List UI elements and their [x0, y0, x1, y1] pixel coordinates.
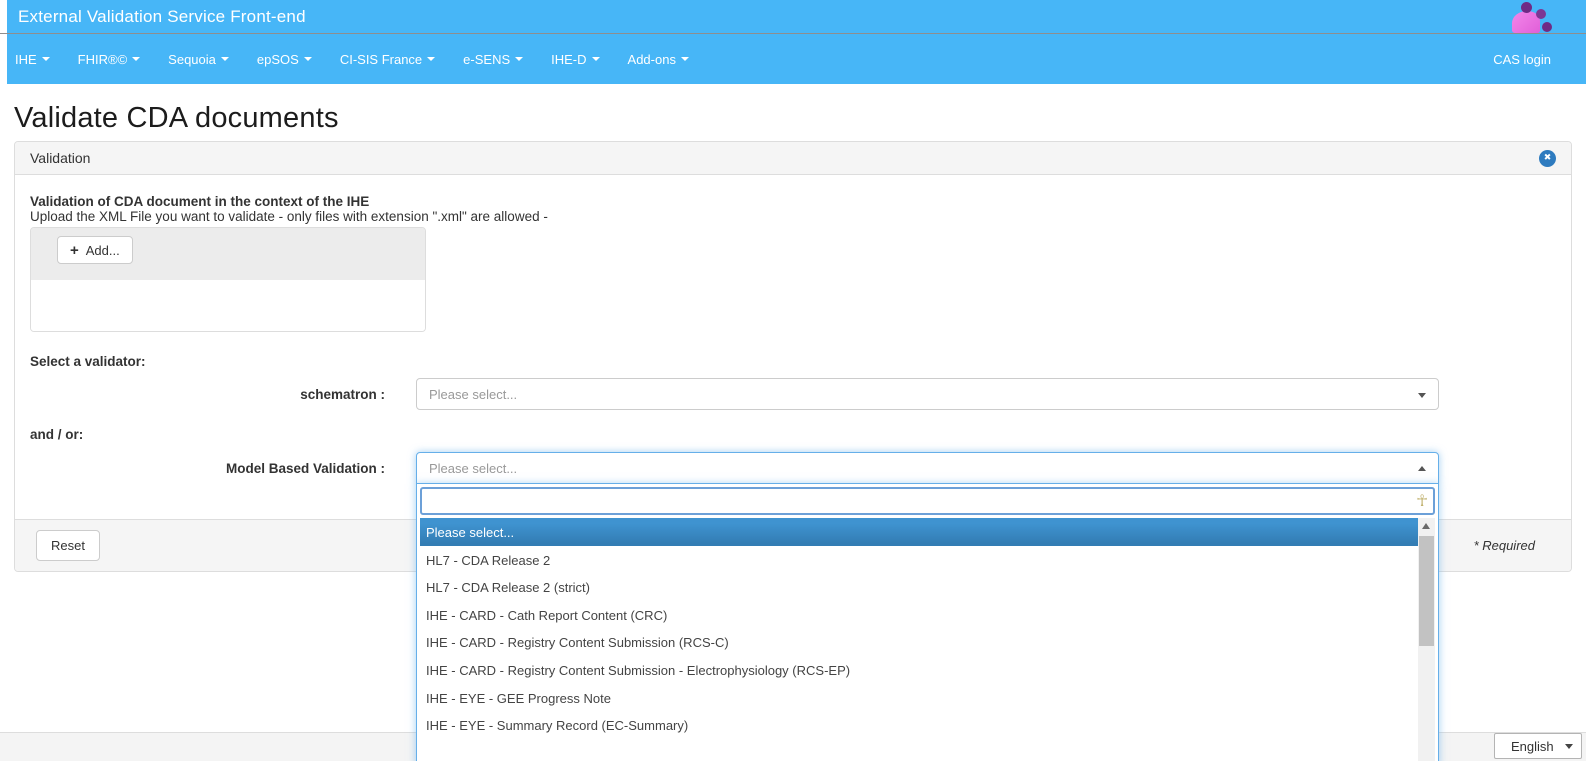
scroll-up-icon[interactable] — [1422, 523, 1430, 529]
chevron-up-icon — [1418, 466, 1426, 471]
dropdown-option[interactable]: HL7 - CDA Release 2 — [420, 546, 1418, 574]
dropdown-option[interactable]: Please select... — [420, 518, 1418, 546]
chevron-down-icon — [42, 57, 50, 61]
add-file-button[interactable]: + Add... — [57, 236, 133, 264]
chevron-down-icon — [221, 57, 229, 61]
panel-title: Validation — [30, 150, 90, 166]
chevron-down-icon — [427, 57, 435, 61]
schematron-select-value: Please select... — [429, 387, 517, 402]
chevron-down-icon — [304, 57, 312, 61]
nav-item-sequoia[interactable]: Sequoia — [154, 52, 243, 67]
dropdown-option-list: Please select... HL7 - CDA Release 2 HL7… — [420, 518, 1435, 761]
chevron-down-icon — [1418, 393, 1426, 398]
upload-toolbar: + Add... — [31, 228, 425, 280]
chevron-down-icon — [132, 57, 140, 61]
schematron-control: Please select... — [416, 378, 1439, 410]
model-validation-control: Please select... ☥ Please select... — [416, 452, 1439, 484]
dropdown-option[interactable]: HL7 - CDA Release 2 (strict) — [420, 573, 1418, 601]
dropdown-scrollbar[interactable] — [1418, 518, 1435, 761]
main-navbar: IHE FHIR®© Sequoia epSOS CI-SIS France e… — [0, 34, 1586, 84]
chevron-down-icon — [1565, 744, 1573, 749]
nav-item-ihe[interactable]: IHE — [7, 52, 64, 67]
required-note: * Required — [1474, 538, 1535, 553]
header-divider — [0, 33, 1586, 34]
add-file-button-label: Add... — [86, 243, 120, 258]
chevron-down-icon — [515, 57, 523, 61]
schematron-label: schematron : — [30, 387, 385, 402]
dropdown-option[interactable]: IHE - CARD - Cath Report Content (CRC) — [420, 601, 1418, 629]
gazelle-logo — [1512, 2, 1552, 33]
dropdown-option[interactable]: IHE - EYE - Summary Record (EC-Summary) — [420, 711, 1418, 739]
intro-heading: Validation of CDA document in the contex… — [30, 194, 1556, 209]
app-title: External Validation Service Front-end — [18, 7, 306, 27]
main-content: Validate CDA documents Validation ✖ Vali… — [0, 102, 1586, 572]
close-icon[interactable]: ✖ — [1539, 150, 1556, 167]
dropdown-option[interactable]: IHE - CARD - Registry Content Submission… — [420, 628, 1418, 656]
plus-icon: + — [70, 243, 79, 258]
logo-dot — [1521, 2, 1532, 13]
chevron-down-icon — [681, 57, 689, 61]
model-validation-select[interactable]: Please select... — [416, 452, 1439, 484]
nav-menu: IHE FHIR®© Sequoia epSOS CI-SIS France e… — [7, 34, 703, 84]
schematron-select[interactable]: Please select... — [416, 378, 1439, 410]
validation-panel-header: Validation ✖ — [15, 142, 1571, 175]
cas-login-link[interactable]: CAS login — [1493, 52, 1586, 67]
nav-item-addons[interactable]: Add-ons — [614, 52, 703, 67]
page: External Validation Service Front-end IH… — [0, 0, 1586, 761]
validation-panel-body: Validation of CDA document in the contex… — [15, 175, 1571, 484]
and-or-label: and / or: — [30, 427, 1556, 442]
intro-text: Upload the XML File you want to validate… — [30, 209, 1556, 224]
upload-file-list — [31, 280, 425, 332]
nav-item-ihed[interactable]: IHE-D — [537, 52, 613, 67]
dropdown-search-input[interactable] — [420, 487, 1435, 515]
model-validation-dropdown: ☥ Please select... HL7 - CDA Release 2 H… — [416, 484, 1439, 761]
model-validation-combobox: Please select... ☥ Please select... — [416, 452, 1439, 484]
nav-item-fhir[interactable]: FHIR®© — [64, 52, 155, 67]
validation-panel: Validation ✖ Validation of CDA document … — [14, 141, 1572, 572]
nav-item-epsos[interactable]: epSOS — [243, 52, 326, 67]
file-upload-widget: + Add... — [30, 227, 426, 332]
language-select[interactable]: English — [1494, 733, 1582, 759]
nav-item-esens[interactable]: e-SENS — [449, 52, 537, 67]
model-validation-row: Model Based Validation : Please select..… — [30, 452, 1556, 484]
dropdown-option[interactable]: IHE - CARD - Registry Content Submission… — [420, 656, 1418, 684]
reset-button[interactable]: Reset — [36, 530, 100, 561]
model-validation-select-value: Please select... — [429, 461, 517, 476]
chevron-down-icon — [592, 57, 600, 61]
logo-dot — [1542, 22, 1552, 32]
page-title: Validate CDA documents — [14, 102, 1572, 135]
title-bar: External Validation Service Front-end — [0, 0, 1586, 33]
logo-dot — [1536, 9, 1546, 19]
language-select-value: English — [1511, 739, 1554, 754]
dropdown-option[interactable]: IHE - EYE - GEE Progress Note — [420, 684, 1418, 712]
nav-item-cisis-france[interactable]: CI-SIS France — [326, 52, 449, 67]
dropdown-search: ☥ — [420, 487, 1435, 515]
select-validator-label: Select a validator: — [30, 354, 1556, 369]
model-validation-label: Model Based Validation : — [30, 461, 385, 476]
scrollbar-thumb[interactable] — [1419, 536, 1434, 646]
schematron-row: schematron : Please select... — [30, 378, 1556, 410]
